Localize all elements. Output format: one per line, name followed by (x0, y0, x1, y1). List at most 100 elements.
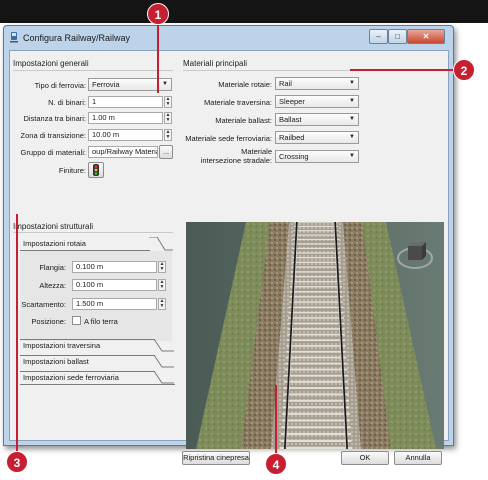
chevron-down-icon: ▼ (349, 98, 355, 104)
finishes-button[interactable] (88, 162, 104, 178)
sleeper (287, 328, 345, 330)
general-settings-title: Impostazioni generali (13, 59, 89, 68)
sleeper (280, 439, 352, 442)
rail-material-select[interactable]: Rail ▼ (275, 77, 359, 90)
title-bar[interactable]: Configura Railway/Railway – □ ✕ (4, 26, 453, 50)
callout-2: 2 (453, 59, 475, 81)
sleeper (290, 276, 342, 278)
flush-ground-checkbox[interactable] (72, 316, 81, 325)
crossing-label-line1: Materiale (241, 147, 272, 156)
crossing-material-select[interactable]: Crossing ▼ (275, 150, 359, 163)
track-distance-label: Distanza tra binari: (23, 114, 86, 123)
railway-3d-preview[interactable] (186, 222, 444, 449)
chevron-down-icon: ▼ (349, 134, 355, 140)
sleeper (283, 387, 349, 390)
sleeper-material-value: Sleeper (279, 97, 305, 106)
railway-type-select[interactable]: Ferrovia ▼ (88, 78, 172, 91)
callout-line-1 (157, 20, 159, 93)
dialog-client-area: Impostazioni generali Tipo di ferrovia: … (9, 50, 449, 465)
sleeper (286, 339, 346, 342)
navigation-cube-icon[interactable] (396, 236, 434, 272)
rail-material-label: Materiale rotaie: (218, 80, 272, 89)
sleeper (290, 271, 342, 273)
sleeper (281, 419, 351, 422)
tab-corner (154, 355, 174, 368)
sleeper (290, 281, 342, 283)
sleeper (292, 243, 340, 245)
ok-button[interactable]: OK (341, 451, 389, 465)
chevron-down-icon: ▼ (162, 81, 168, 87)
tracks-spinner[interactable]: ▲ ▼ (164, 96, 172, 108)
transition-zone-label: Zona di transizione: (20, 131, 86, 140)
transition-zone-spinner[interactable]: ▲ ▼ (164, 129, 172, 141)
callout-1: 1 (147, 3, 169, 25)
divider (13, 70, 173, 71)
height-spinner[interactable]: ▲ ▼ (158, 279, 166, 291)
minimize-button[interactable]: – (369, 29, 388, 44)
chevron-down-icon: ▼ (349, 153, 355, 159)
ballast-material-label: Materiale ballast: (215, 116, 272, 125)
callout-line-3 (16, 214, 18, 452)
ballast-material-select[interactable]: Ballast ▼ (275, 113, 359, 126)
callout-4: 4 (265, 453, 287, 475)
callout-line-4 (275, 385, 277, 455)
railway-icon (10, 32, 18, 43)
sleeper (281, 426, 351, 429)
flange-field[interactable]: 0.100 m (72, 261, 157, 273)
crossing-label-line2: intersezione stradale: (200, 156, 272, 165)
flange-spinner[interactable]: ▲ ▼ (158, 261, 166, 273)
sleeper (289, 301, 343, 303)
material-group-label: Gruppo di materiali: (20, 148, 86, 157)
finishes-label: Finiture: (58, 166, 86, 175)
maximize-button[interactable]: □ (388, 29, 407, 44)
sleeper (293, 225, 339, 227)
sleeper (293, 222, 339, 223)
chevron-down-icon: ▼ (349, 80, 355, 86)
divider (13, 232, 173, 233)
sleeper (280, 432, 352, 436)
sleeper (285, 350, 347, 353)
divider (183, 70, 363, 71)
railbed-material-value: Railbed (279, 133, 305, 142)
gauge-field[interactable]: 1.500 m (72, 298, 157, 310)
tab-divider (20, 371, 155, 372)
tab-divider (20, 339, 155, 340)
crossing-material-value: Crossing (279, 152, 309, 161)
sleeper (287, 322, 345, 325)
sleeper (285, 356, 347, 359)
traffic-light-icon (93, 164, 99, 176)
tracks-field[interactable]: 1 (88, 96, 163, 108)
sleeper (289, 296, 343, 298)
track-distance-field[interactable]: 1.00 m (88, 112, 163, 124)
cancel-button[interactable]: Annulla (394, 451, 442, 465)
tab-corner (154, 371, 174, 384)
sleeper (291, 261, 341, 263)
tab-divider (20, 355, 155, 356)
railway-type-label: Tipo di ferrovia: (34, 81, 86, 90)
sleeper (291, 266, 341, 268)
sleeper (288, 317, 344, 319)
transition-zone-field[interactable]: 10.00 m (88, 129, 163, 141)
sleeper (284, 380, 348, 383)
ballast-material-value: Ballast (279, 115, 302, 124)
reset-camera-button[interactable]: Ripristina cinepresa (182, 451, 250, 465)
material-group-field[interactable]: oup/Railway Materials (88, 146, 158, 158)
sleeper-material-label: Materiale traversina: (204, 98, 272, 107)
sleeper (283, 393, 349, 396)
sleeper (282, 412, 350, 415)
gauge-spinner[interactable]: ▲ ▼ (158, 298, 166, 310)
railbed-material-select[interactable]: Railbed ▼ (275, 131, 359, 144)
sleeper (289, 285, 343, 288)
close-button[interactable]: ✕ (407, 29, 445, 44)
sleeper (291, 257, 341, 259)
tab-divider (20, 384, 175, 385)
sleeper (284, 368, 348, 371)
height-field[interactable]: 0.100 m (72, 279, 157, 291)
sleeper (293, 234, 339, 236)
browse-material-group-button[interactable]: ... (159, 145, 173, 159)
track-distance-spinner[interactable]: ▲ ▼ (164, 112, 172, 124)
sleeper-material-select[interactable]: Sleeper ▼ (275, 95, 359, 108)
sleeper (287, 333, 345, 336)
sleeper (288, 311, 344, 314)
window-title: Configura Railway/Railway (23, 33, 131, 43)
